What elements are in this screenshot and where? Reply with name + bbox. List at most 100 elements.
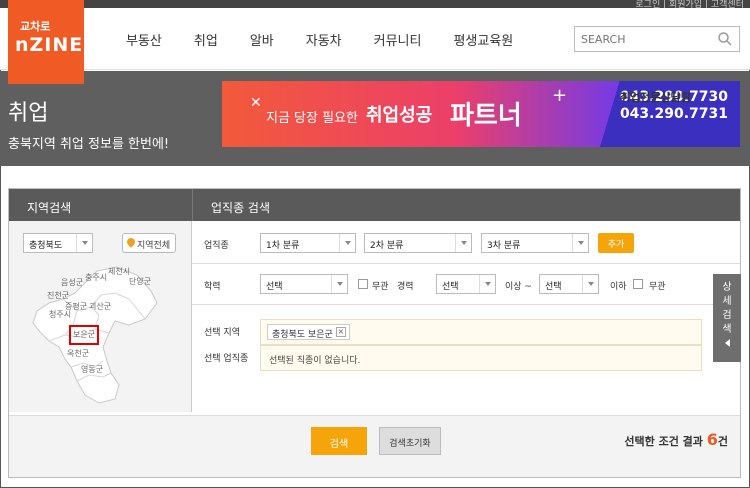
map-label-jecheon[interactable]: 제천시 bbox=[108, 266, 130, 277]
ad-contact-label: 취업전문상담팀 bbox=[619, 91, 691, 104]
job-search-body: 업직종 1차 분류 2차 분류 3차 분류 추가 학력 선택 무관 경력 선택 … bbox=[192, 221, 740, 412]
province-select[interactable]: 충청북도 bbox=[23, 233, 93, 253]
map-pin-icon bbox=[125, 236, 137, 248]
career-from-value: 선택 bbox=[442, 282, 459, 292]
result-summary: 선택한 조건 결과 6건 bbox=[624, 430, 728, 449]
detail-tab-char: 색 bbox=[722, 324, 732, 335]
reset-button[interactable]: 검색초기화 bbox=[379, 427, 441, 455]
main-nav: 부동산 취업 알바 자동차 커뮤니티 평생교육원 bbox=[110, 8, 529, 70]
selected-job-label: 선택 업직종 bbox=[204, 354, 249, 364]
all-region-label: 지역전체 bbox=[137, 241, 171, 251]
province-select-value: 충청북도 bbox=[29, 241, 63, 251]
map-label-yeongdong[interactable]: 영동군 bbox=[81, 364, 103, 375]
category2-value: 2차 분류 bbox=[370, 241, 404, 251]
header: 부동산 취업 알바 자동차 커뮤니티 평생교육원 bbox=[0, 8, 750, 70]
career-below-label: 이하 bbox=[610, 282, 627, 292]
search-button[interactable]: 검색 bbox=[311, 427, 367, 455]
ad-text-mid: 취업성공 bbox=[366, 105, 433, 126]
career-to-value: 선택 bbox=[545, 282, 562, 292]
nav-item-jobs[interactable]: 취업 bbox=[194, 30, 218, 49]
selected-region-highlight bbox=[69, 325, 99, 345]
selected-region-tag[interactable]: 충청북도 보은군 × bbox=[267, 324, 350, 340]
chevron-down-icon bbox=[76, 234, 92, 252]
ad-text-big: 파트너 bbox=[450, 101, 522, 131]
career-nomatter-label: 무관 bbox=[649, 282, 666, 292]
ad-phone: 043.290.7731 bbox=[619, 106, 728, 122]
education-select[interactable]: 선택 bbox=[260, 274, 348, 294]
logo-small-text: 교차로 bbox=[20, 20, 51, 33]
search-box bbox=[574, 26, 740, 52]
divider bbox=[192, 304, 740, 305]
region-map[interactable] bbox=[19, 263, 179, 405]
category1-select[interactable]: 1차 분류 bbox=[260, 233, 356, 253]
map-label-okcheon[interactable]: 옥천군 bbox=[67, 348, 89, 359]
page-banner: 취업 충북지역 취업 정보를 한번에! ✕ + 지금 당장 필요한 취업성공 파… bbox=[0, 71, 750, 166]
all-region-button[interactable]: 지역전체 bbox=[122, 233, 176, 253]
map-label-jincheon[interactable]: 진천군 bbox=[47, 290, 69, 301]
nav-item-community[interactable]: 커뮤니티 bbox=[374, 30, 422, 49]
nav-item-parttime[interactable]: 알바 bbox=[250, 30, 274, 49]
career-label: 경력 bbox=[397, 282, 414, 292]
category-label: 업직종 bbox=[204, 241, 229, 251]
chevron-left-icon bbox=[724, 339, 730, 347]
education-nomatter-checkbox[interactable] bbox=[358, 279, 368, 289]
result-count: 6 bbox=[706, 430, 718, 449]
detail-search-tab[interactable]: 상 세 검 색 bbox=[713, 274, 741, 362]
result-prefix: 선택한 조건 결과 bbox=[624, 435, 703, 448]
add-category-button[interactable]: 추가 bbox=[598, 233, 634, 253]
chevron-down-icon bbox=[339, 234, 355, 252]
result-suffix: 건 bbox=[717, 435, 728, 448]
close-icon[interactable]: × bbox=[335, 327, 346, 337]
sparkle-icon: ✕ bbox=[250, 95, 262, 111]
education-nomatter-label: 무관 bbox=[372, 282, 389, 292]
selected-job-empty: 선택된 직종이 없습니다. bbox=[269, 356, 361, 366]
region-search-body: 충청북도 지역전체 제천시 충주시 음성군 단양군 진천군 증평군 괴산군 청주… bbox=[9, 221, 192, 412]
map-label-danyang[interactable]: 단양군 bbox=[129, 276, 151, 287]
chevron-down-icon bbox=[479, 275, 495, 293]
career-above-label: 이상 ~ bbox=[505, 282, 532, 292]
detail-tab-char: 검 bbox=[722, 310, 732, 321]
education-value: 선택 bbox=[266, 282, 283, 292]
map-label-cheongju[interactable]: 청주시 bbox=[49, 309, 71, 320]
chevron-down-icon bbox=[572, 234, 588, 252]
logo-text: nZINE bbox=[15, 34, 84, 56]
detail-tab-char: 상 bbox=[722, 282, 732, 293]
detail-tab-char: 세 bbox=[722, 296, 732, 307]
nav-item-education[interactable]: 평생교육원 bbox=[453, 30, 513, 49]
region-search-header: 지역검색 bbox=[9, 189, 192, 221]
selected-region-box: 충청북도 보은군 × bbox=[260, 319, 702, 345]
chevron-down-icon bbox=[455, 234, 471, 252]
search-input[interactable] bbox=[575, 27, 713, 51]
search-panel: 지역검색 업직종 검색 충청북도 지역전체 제천시 충주시 음성군 단양군 진천… bbox=[8, 188, 741, 478]
nav-item-cars[interactable]: 자동차 bbox=[306, 30, 342, 49]
ad-banner[interactable]: ✕ + 지금 당장 필요한 취업성공 파트너 취업전문상담팀 043.290.7… bbox=[222, 81, 740, 147]
category3-value: 3차 분류 bbox=[487, 241, 521, 251]
page-title: 취업 bbox=[8, 101, 49, 126]
category3-select[interactable]: 3차 분류 bbox=[481, 233, 589, 253]
education-label: 학력 bbox=[204, 282, 221, 292]
nav-item-realestate[interactable]: 부동산 bbox=[126, 30, 162, 49]
ad-contact: 취업전문상담팀 043.290.7730 043.290.7731 bbox=[620, 89, 728, 123]
job-search-header: 업직종 검색 bbox=[192, 189, 740, 221]
map-label-chungju[interactable]: 충주시 bbox=[85, 272, 107, 283]
ad-text-small: 지금 당장 필요한 bbox=[266, 111, 358, 126]
plus-sparkle-icon: + bbox=[552, 85, 568, 106]
selected-region-tag-text: 충청북도 보은군 bbox=[272, 330, 333, 340]
selected-job-box: 선택된 직종이 없습니다. bbox=[260, 345, 702, 371]
chevron-down-icon bbox=[331, 275, 347, 293]
divider bbox=[192, 263, 740, 264]
category2-select[interactable]: 2차 분류 bbox=[364, 233, 472, 253]
map-label-eumseong[interactable]: 음성군 bbox=[61, 277, 83, 288]
site-logo[interactable]: 교차로 nZINE bbox=[8, 0, 84, 84]
career-nomatter-checkbox[interactable] bbox=[633, 279, 643, 289]
chevron-down-icon bbox=[582, 275, 598, 293]
map-label-goesan[interactable]: 괴산군 bbox=[89, 301, 111, 312]
category1-value: 1차 분류 bbox=[266, 241, 300, 251]
career-from-select[interactable]: 선택 bbox=[436, 274, 496, 294]
utility-bar: 로그인 | 회원가입 | 고객센터 bbox=[0, 0, 750, 10]
selected-region-label: 선택 지역 bbox=[204, 328, 240, 338]
page-subtitle: 충북지역 취업 정보를 한번에! bbox=[8, 137, 170, 152]
search-footer: 검색 검색초기화 선택한 조건 결과 6건 bbox=[9, 415, 740, 477]
career-to-select[interactable]: 선택 bbox=[539, 274, 599, 294]
search-icon[interactable] bbox=[717, 31, 733, 47]
